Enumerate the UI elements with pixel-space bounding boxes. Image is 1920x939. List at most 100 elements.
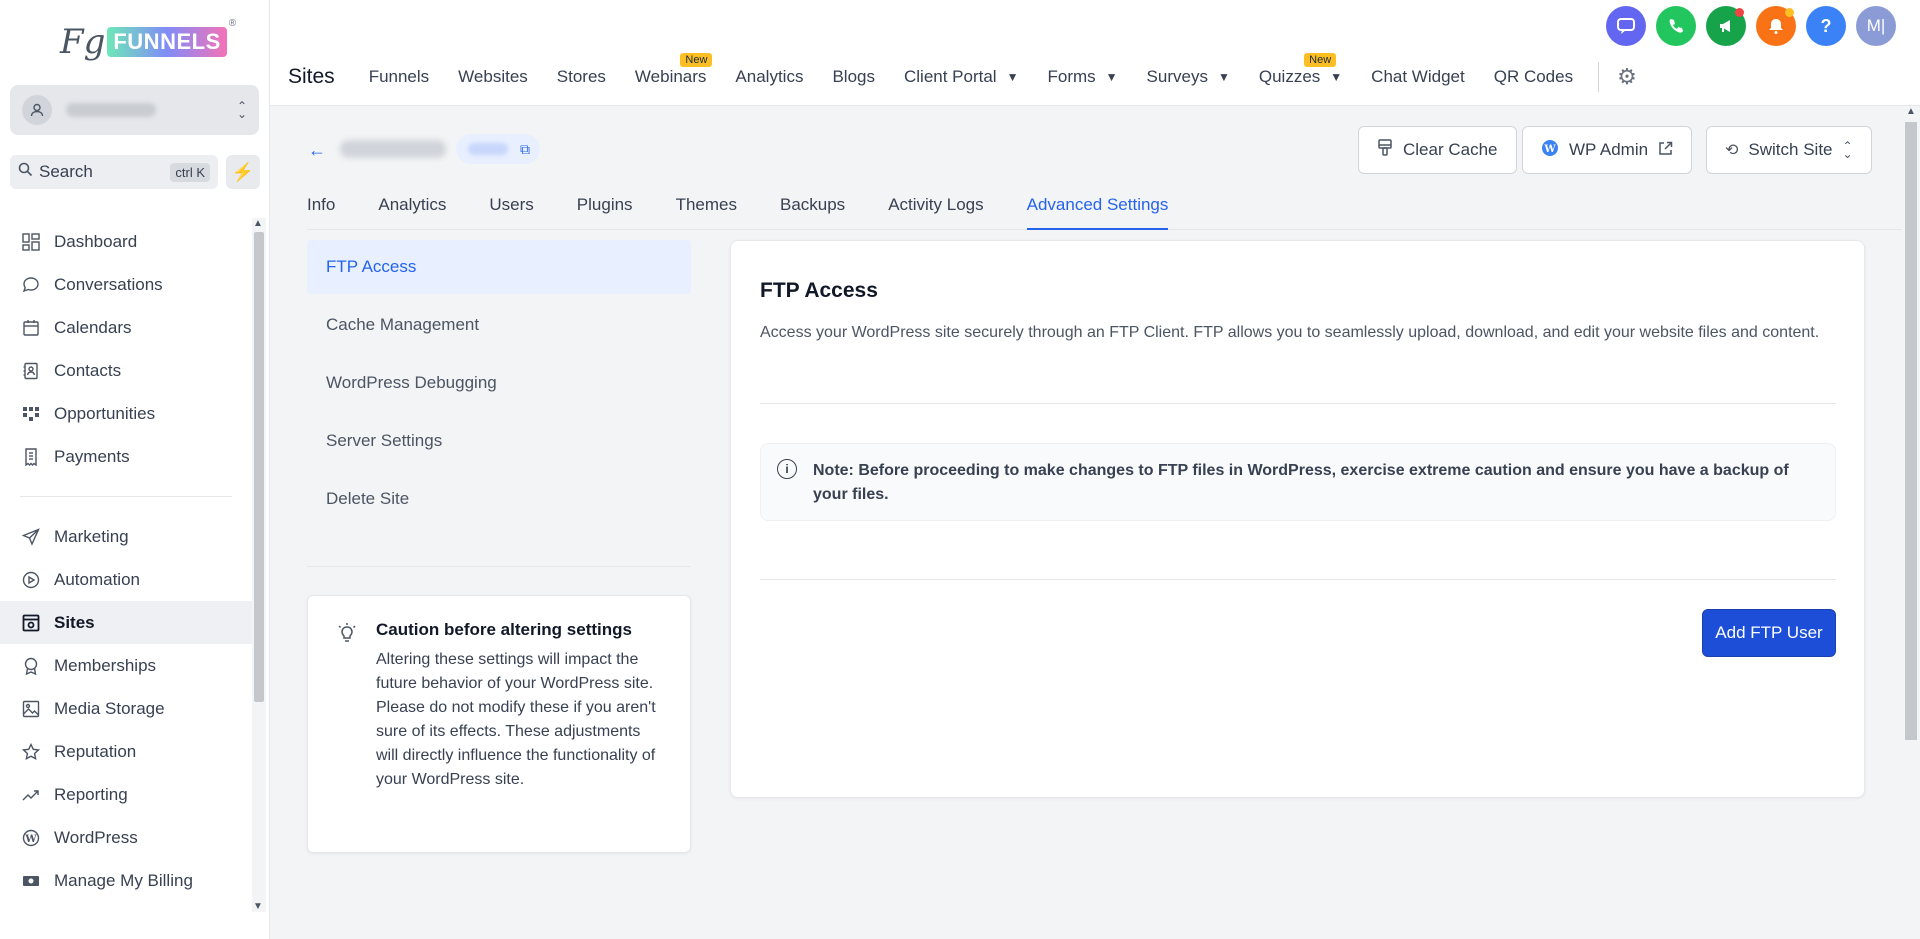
bell-icon[interactable] [1756,6,1796,46]
megaphone-icon[interactable] [1706,6,1746,46]
sidebar-item-media-storage[interactable]: Media Storage [0,687,252,730]
tab-surveys[interactable]: Surveys ▼ [1147,67,1230,87]
caution-title: Caution before altering settings [376,620,632,639]
scroll-up-icon[interactable]: ▲ [1906,106,1916,117]
main-scroll-thumb[interactable] [1905,122,1917,740]
tab-analytics[interactable]: Analytics [378,190,446,230]
nav-ftp-access[interactable]: FTP Access [307,240,691,294]
phone-icon[interactable] [1656,6,1696,46]
nav-server-settings[interactable]: Server Settings [307,414,691,468]
main-content: ← ⧉ Clear Cache W WP Admin ⟲ Switch Site… [270,106,1902,939]
switch-site-button[interactable]: ⟲ Switch Site ⌃ ⌄ [1706,126,1872,174]
sidebar-search[interactable]: Search ctrl K [10,155,218,189]
sidebar-item-calendars[interactable]: Calendars [0,306,252,349]
sidebar-item-label: Reputation [54,741,137,761]
tab-forms[interactable]: Forms ▼ [1047,67,1117,87]
badge-icon [20,655,42,677]
sidebar-item-automation[interactable]: Automation [0,558,252,601]
sidebar-divider [20,496,232,497]
product-tabs: Sites Funnels Websites Stores Webinars Ne… [288,53,1637,92]
tab-plugins[interactable]: Plugins [577,190,633,230]
tab-qr-codes[interactable]: QR Codes [1494,67,1573,87]
sidebar-scroll-thumb[interactable] [254,232,264,702]
scroll-up-icon[interactable]: ▲ [253,218,263,229]
copy-icon[interactable]: ⧉ [520,141,530,158]
tab-label: Forms [1047,67,1096,86]
sidebar-item-wordpress[interactable]: W WordPress [0,816,252,859]
clear-cache-button[interactable]: Clear Cache [1358,126,1517,174]
svg-text:W: W [24,834,37,845]
chevron-down-icon: ▼ [1217,70,1230,84]
account-switcher[interactable]: ⌃ ⌄ [10,85,259,135]
sidebar-item-label: Sites [54,612,95,632]
sidebar-item-conversations[interactable]: Conversations [0,263,252,306]
tab-label: Websites [458,67,528,86]
tabs-separator [1598,62,1600,92]
main-scrollbar[interactable]: ▲ [1902,106,1920,939]
tab-activity-logs[interactable]: Activity Logs [888,190,983,230]
card-divider [760,403,1836,404]
opportunities-icon [20,403,42,425]
chat-icon[interactable] [1606,6,1646,46]
nav-wordpress-debugging[interactable]: WordPress Debugging [307,356,691,410]
nav-delete-site[interactable]: Delete Site [307,472,691,526]
svg-text:W: W [1543,144,1556,155]
tab-funnels[interactable]: Funnels [369,67,429,87]
receipt-icon [20,446,42,468]
logo-registered: ® [228,18,237,29]
switch-site-label: Switch Site [1748,140,1833,159]
sidebar-item-reputation[interactable]: Reputation [0,730,252,773]
tab-websites[interactable]: Websites [458,67,528,87]
sidebar-item-label: Dashboard [54,231,138,251]
sidebar-scrollbar[interactable]: ▲ ▼ [252,218,266,912]
sidebar-item-marketing[interactable]: Marketing [0,515,252,558]
tab-label: Analytics [735,67,804,86]
wp-admin-button[interactable]: W WP Admin [1522,126,1693,174]
sidebar-item-reporting[interactable]: Reporting [0,773,252,816]
chevron-down-icon: ▼ [1105,70,1118,84]
ftp-access-card: FTP Access Access your WordPress site se… [730,240,1865,798]
sidebar-item-manage-billing[interactable]: Manage My Billing [0,859,252,902]
tab-backups[interactable]: Backups [780,190,845,230]
tab-stores[interactable]: Stores [557,67,606,87]
gear-icon[interactable]: ⚙ [1617,64,1637,90]
site-domain-blurred [468,143,508,155]
tab-blogs[interactable]: Blogs [832,67,875,87]
tab-analytics[interactable]: Analytics [735,67,803,87]
tab-label: Surveys [1146,67,1208,86]
sidebar-item-memberships[interactable]: Memberships [0,644,252,687]
add-ftp-user-button[interactable]: Add FTP User [1702,609,1836,657]
tab-themes[interactable]: Themes [676,190,737,230]
sidebar-item-contacts[interactable]: Contacts [0,349,252,392]
tab-advanced-settings[interactable]: Advanced Settings [1026,190,1169,230]
nav-cache-management[interactable]: Cache Management [307,298,691,352]
tab-label: Funnels [368,67,430,86]
tab-chat-widget[interactable]: Chat Widget [1371,67,1465,87]
sidebar-item-sites[interactable]: Sites [0,601,252,644]
help-icon[interactable]: ? [1806,6,1846,46]
quick-action-bolt-icon[interactable]: ⚡ [226,155,260,189]
back-arrow-icon[interactable]: ← [308,140,326,161]
sidebar-item-payments[interactable]: Payments [0,435,252,478]
tab-users[interactable]: Users [489,190,533,230]
new-badge: New [680,53,713,67]
sidebar-item-label: Payments [54,446,130,466]
tab-quizzes[interactable]: Quizzes New ▼ [1259,53,1342,87]
wp-admin-label: WP Admin [1569,140,1649,159]
tab-webinars[interactable]: Webinars New [635,53,713,87]
chevron-updown-icon: ⌃ ⌄ [236,99,247,121]
site-domain-chip[interactable]: ⧉ [456,134,540,164]
logo-brand: FUNNELS [107,27,227,57]
sidebar-item-opportunities[interactable]: Opportunities [0,392,252,435]
automation-icon [20,569,42,591]
tab-client-portal[interactable]: Client Portal ▼ [904,67,1019,87]
chevron-down-icon: ▼ [1006,70,1019,84]
sidebar-item-dashboard[interactable]: Dashboard [0,220,252,263]
tab-info[interactable]: Info [307,190,335,230]
caution-card: Caution before altering settings Alterin… [307,595,691,853]
clear-cache-label: Clear Cache [1403,140,1498,159]
scroll-down-icon[interactable]: ▼ [253,901,263,912]
new-badge: New [1304,53,1337,67]
fgfunnels-logo[interactable]: Fg FUNNELS ® [60,14,236,70]
user-avatar[interactable]: M| [1856,6,1896,46]
